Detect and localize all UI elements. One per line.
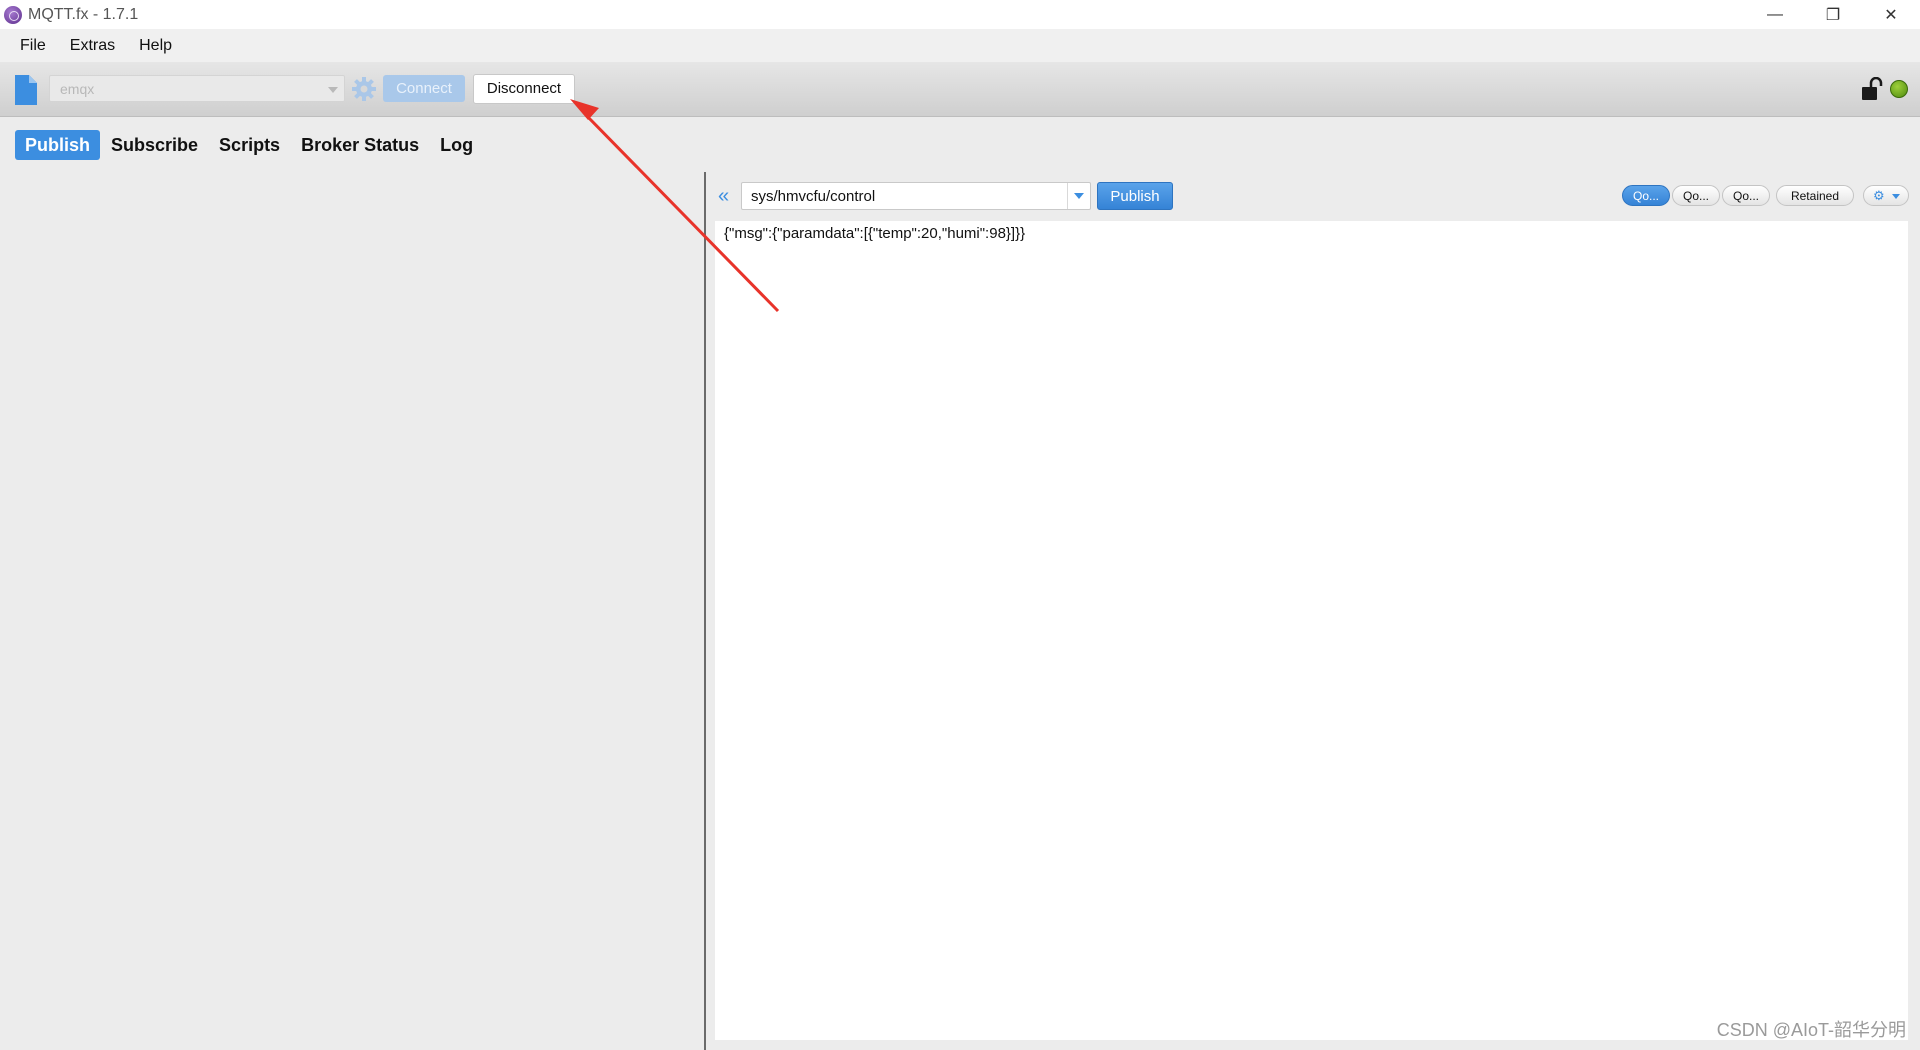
gear-icon: ⚙	[1873, 188, 1885, 203]
unlocked-padlock-icon	[1862, 77, 1883, 100]
publish-button[interactable]: Publish	[1097, 182, 1173, 210]
window-controls: — ❐ ✕	[1746, 0, 1920, 29]
tab-scripts[interactable]: Scripts	[209, 130, 290, 160]
menu-help[interactable]: Help	[127, 37, 184, 55]
connection-profile-value: emqx	[60, 81, 95, 97]
tab-publish[interactable]: Publish	[15, 130, 101, 160]
title-bar: MQTT.fx - 1.7.1 — ❐ ✕	[0, 0, 1920, 29]
gear-icon[interactable]	[351, 76, 377, 102]
retained-toggle[interactable]: Retained	[1776, 185, 1854, 206]
tab-log[interactable]: Log	[430, 130, 483, 160]
chevron-down-icon	[1892, 194, 1900, 199]
publish-options-menu[interactable]: ⚙	[1863, 185, 1909, 206]
minimize-icon[interactable]: —	[1746, 0, 1804, 29]
watermark: CSDN @AIoT-韶华分明	[1716, 1020, 1906, 1040]
close-icon[interactable]: ✕	[1862, 0, 1920, 29]
payload-text: {"msg":{"paramdata":[{"temp":20,"humi":9…	[724, 225, 1026, 242]
qos0-toggle[interactable]: Qo...	[1622, 185, 1670, 206]
topic-dropdown-chevron-icon[interactable]	[1067, 183, 1090, 209]
topic-input[interactable]: sys/hmvcfu/control	[741, 182, 1091, 210]
menu-bar: File Extras Help	[0, 29, 1920, 62]
restore-icon[interactable]: ❐	[1804, 0, 1862, 29]
window-title: MQTT.fx - 1.7.1	[28, 5, 139, 23]
collapse-double-chevron-icon[interactable]: «	[718, 186, 729, 206]
qos2-toggle[interactable]: Qo...	[1722, 185, 1770, 206]
menu-file[interactable]: File	[8, 37, 58, 55]
tab-broker-status[interactable]: Broker Status	[291, 130, 429, 160]
split-pane-divider[interactable]	[704, 172, 706, 1050]
disconnect-button[interactable]: Disconnect	[473, 74, 575, 104]
connection-status-indicator	[1890, 80, 1908, 98]
tab-subscribe[interactable]: Subscribe	[101, 130, 208, 160]
menu-extras[interactable]: Extras	[58, 37, 127, 55]
app-logo-icon	[4, 5, 22, 24]
connect-button[interactable]: Connect	[383, 75, 465, 102]
connection-profile-select[interactable]: emqx	[49, 75, 345, 102]
topic-value: sys/hmvcfu/control	[751, 188, 876, 205]
new-profile-document-icon[interactable]	[15, 75, 37, 105]
payload-editor[interactable]: {"msg":{"paramdata":[{"temp":20,"humi":9…	[715, 221, 1908, 1040]
connection-toolbar: emqx Connect Disconnect	[0, 62, 1920, 117]
chevron-down-icon	[328, 87, 338, 93]
qos1-toggle[interactable]: Qo...	[1672, 185, 1720, 206]
main-tabs: Publish Subscribe Scripts Broker Status …	[15, 130, 484, 160]
